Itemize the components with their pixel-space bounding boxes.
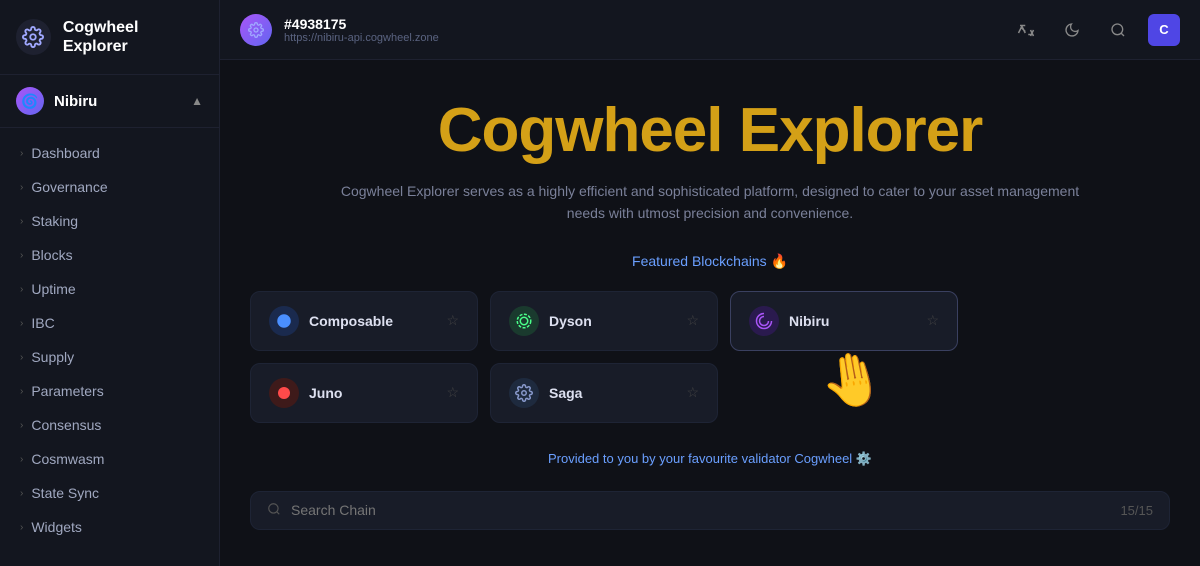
sidebar-item-label: Blocks: [31, 247, 72, 263]
translate-button[interactable]: [1010, 14, 1042, 46]
sidebar-item-label: IBC: [31, 315, 54, 331]
chain-name-dyson: Dyson: [549, 313, 592, 329]
chevron-icon: ›: [20, 250, 23, 261]
featured-chains-grid: Composable ☆ Dyson ☆: [250, 291, 1170, 423]
chain-card-left: Juno: [269, 378, 342, 408]
sidebar-item-label: Supply: [31, 349, 74, 365]
star-icon[interactable]: ☆: [446, 312, 459, 329]
sidebar-item-state-sync[interactable]: › State Sync: [0, 476, 219, 510]
provided-label: Provided to you by your favourite valida…: [548, 451, 852, 466]
chevron-icon: ›: [20, 216, 23, 227]
sidebar-item-ibc[interactable]: › IBC: [0, 306, 219, 340]
chain-card-left: Saga: [509, 378, 582, 408]
app-logo-icon: [16, 19, 51, 55]
sidebar-item-blocks[interactable]: › Blocks: [0, 238, 219, 272]
chain-card-left: Composable: [269, 306, 393, 336]
sidebar-item-supply[interactable]: › Supply: [0, 340, 219, 374]
main-content: #4938175 https://nibiru-api.cogwheel.zon…: [220, 0, 1200, 566]
chevron-icon: ›: [20, 284, 23, 295]
star-icon[interactable]: ☆: [686, 312, 699, 329]
sidebar-item-label: Staking: [31, 213, 78, 229]
chevron-icon: ›: [20, 488, 23, 499]
chevron-icon: ›: [20, 522, 23, 533]
sidebar-nav: › Dashboard › Governance › Staking › Blo…: [0, 128, 219, 552]
chain-icon-dyson: [509, 306, 539, 336]
sidebar: Cogwheel Explorer 🌀 Nibiru ▲ › Dashboard…: [0, 0, 220, 566]
chain-icon-composable: [269, 306, 299, 336]
sidebar-item-consensus[interactable]: › Consensus: [0, 408, 219, 442]
node-id: #4938175: [284, 16, 439, 32]
sidebar-item-parameters[interactable]: › Parameters: [0, 374, 219, 408]
search-bar: 15/15: [250, 491, 1170, 530]
node-url: https://nibiru-api.cogwheel.zone: [284, 32, 439, 44]
chain-icon-nibiru: [749, 306, 779, 336]
theme-toggle-button[interactable]: [1056, 14, 1088, 46]
sidebar-item-widgets[interactable]: › Widgets: [0, 510, 219, 544]
star-icon[interactable]: ☆: [926, 312, 939, 329]
chain-card-juno[interactable]: Juno ☆: [250, 363, 478, 423]
chain-card-left: Dyson: [509, 306, 592, 336]
sidebar-item-label: Consensus: [31, 417, 101, 433]
sidebar-item-label: Uptime: [31, 281, 75, 297]
chain-info: 🌀 Nibiru: [16, 87, 97, 115]
chain-icon-juno: [269, 378, 299, 408]
user-avatar-button[interactable]: C: [1148, 14, 1180, 46]
search-button[interactable]: [1102, 14, 1134, 46]
search-input[interactable]: [291, 502, 1110, 518]
provided-text: Provided to you by your favourite valida…: [250, 451, 1170, 467]
node-info: #4938175 https://nibiru-api.cogwheel.zon…: [284, 16, 439, 44]
chain-name-juno: Juno: [309, 385, 342, 401]
search-count: 15/15: [1120, 503, 1153, 518]
app-logo: Cogwheel Explorer: [0, 0, 219, 75]
page-content: Cogwheel Explorer Cogwheel Explorer serv…: [220, 60, 1200, 566]
chevron-icon: ›: [20, 454, 23, 465]
chevron-icon: ›: [20, 148, 23, 159]
sidebar-item-cosmwasm[interactable]: › Cosmwasm: [0, 442, 219, 476]
chain-icon-saga: [509, 378, 539, 408]
sidebar-item-label: Widgets: [31, 519, 82, 535]
chain-card-saga[interactable]: Saga ☆: [490, 363, 718, 423]
chevron-icon: ›: [20, 182, 23, 193]
chain-card-nibiru[interactable]: Nibiru ☆: [730, 291, 958, 351]
sidebar-item-uptime[interactable]: › Uptime: [0, 272, 219, 306]
provided-link[interactable]: Provided to you by your favourite valida…: [548, 451, 872, 466]
header-left: #4938175 https://nibiru-api.cogwheel.zon…: [240, 14, 439, 46]
sidebar-item-governance[interactable]: › Governance: [0, 170, 219, 204]
header-right: C: [1010, 14, 1180, 46]
hero-title: Cogwheel Explorer: [250, 100, 1170, 162]
chain-card-dyson[interactable]: Dyson ☆: [490, 291, 718, 351]
featured-label: Featured Blockchains 🔥: [250, 253, 1170, 271]
chain-card-composable[interactable]: Composable ☆: [250, 291, 478, 351]
app-name: Cogwheel Explorer: [63, 18, 203, 56]
chain-name-nibiru: Nibiru: [789, 313, 829, 329]
chain-avatar: 🌀: [16, 87, 44, 115]
chain-name: Nibiru: [54, 93, 97, 110]
chevron-icon: ›: [20, 352, 23, 363]
sidebar-item-label: State Sync: [31, 485, 99, 501]
chevron-icon: ›: [20, 318, 23, 329]
sidebar-item-dashboard[interactable]: › Dashboard: [0, 136, 219, 170]
star-icon[interactable]: ☆: [446, 384, 459, 401]
search-icon: [267, 502, 281, 519]
sidebar-item-label: Dashboard: [31, 145, 100, 161]
featured-link[interactable]: Featured Blockchains 🔥: [632, 253, 788, 269]
chevron-up-icon: ▲: [191, 94, 203, 108]
chain-name-saga: Saga: [549, 385, 582, 401]
chain-selector[interactable]: 🌀 Nibiru ▲: [0, 75, 219, 128]
sidebar-item-label: Parameters: [31, 383, 103, 399]
chain-card-left: Nibiru: [749, 306, 829, 336]
sidebar-item-label: Cosmwasm: [31, 451, 104, 467]
node-icon: [240, 14, 272, 46]
avatar-label: C: [1159, 22, 1168, 37]
sidebar-item-label: Governance: [31, 179, 107, 195]
app-header: #4938175 https://nibiru-api.cogwheel.zon…: [220, 0, 1200, 60]
chevron-icon: ›: [20, 386, 23, 397]
chain-name-composable: Composable: [309, 313, 393, 329]
star-icon[interactable]: ☆: [686, 384, 699, 401]
chevron-icon: ›: [20, 420, 23, 431]
hero-subtitle: Cogwheel Explorer serves as a highly eff…: [320, 180, 1100, 225]
sidebar-item-staking[interactable]: › Staking: [0, 204, 219, 238]
